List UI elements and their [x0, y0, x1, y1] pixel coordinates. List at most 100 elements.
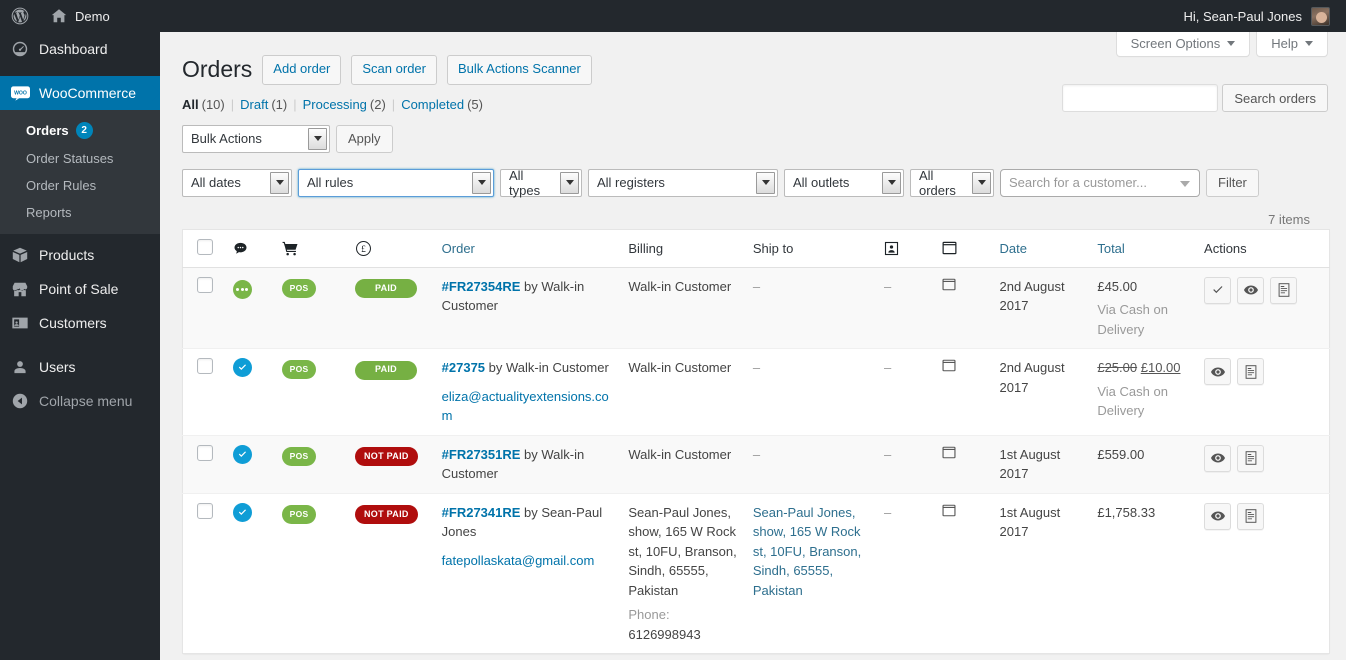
all-registers-select[interactable]: All registers: [588, 168, 778, 197]
action-check-button[interactable]: [1204, 276, 1232, 304]
all-types-select[interactable]: All types: [500, 168, 582, 198]
status-link-label[interactable]: Processing: [303, 97, 367, 112]
search-input[interactable]: [1062, 84, 1219, 112]
row-status-cell: [224, 348, 274, 436]
sidebar-item-reports[interactable]: Reports: [0, 199, 160, 226]
home-icon: [51, 9, 67, 23]
customer-search-select[interactable]: Search for a customer...: [1000, 168, 1200, 197]
column-ship-to: Ship to: [744, 229, 876, 268]
action-eye-button[interactable]: [1204, 444, 1232, 472]
window-icon[interactable]: [942, 278, 956, 294]
table-row: POS NOT PAID #FR27351RE by Walk-in Custome…: [182, 434, 1330, 494]
apply-button[interactable]: Apply: [336, 124, 393, 153]
action-eye-button[interactable]: [1237, 276, 1265, 304]
sidebar-item-point-of-sale[interactable]: Point of Sale: [0, 272, 160, 306]
all-outlets-select[interactable]: All outlets: [784, 168, 904, 197]
order-customer-email[interactable]: fatepollaskata@gmail.com: [442, 551, 613, 571]
status-link-all[interactable]: All (10): [182, 97, 225, 112]
wp-logo-menu-item[interactable]: [0, 0, 40, 32]
filter-button[interactable]: Filter: [1206, 168, 1259, 197]
screen-options-label: Screen Options: [1130, 36, 1221, 51]
status-link-label[interactable]: All: [182, 97, 199, 112]
all-orders-select[interactable]: All orders: [910, 168, 994, 198]
my-account-menu-item[interactable]: Hi, Sean-Paul Jones: [1177, 0, 1336, 32]
pound-currency-icon[interactable]: £: [355, 240, 426, 257]
row-select-cell: [182, 434, 225, 494]
row-total-cell: £25.00 £10.00 Via Cash on Delivery: [1089, 348, 1197, 436]
chevron-down-icon: [756, 171, 775, 194]
site-name-label: Demo: [75, 8, 110, 24]
screen-options-button[interactable]: Screen Options: [1115, 32, 1251, 57]
add-order-button[interactable]: Add order: [262, 55, 342, 85]
bulk-actions-row: Bulk Actions Apply: [182, 124, 1326, 153]
row-checkbox[interactable]: [197, 444, 213, 461]
search-orders-button[interactable]: Search orders: [1222, 84, 1328, 112]
billing-phone-value: 6126998943: [628, 626, 701, 642]
all-dates-select[interactable]: All dates: [182, 168, 292, 197]
row-checkbox[interactable]: [197, 358, 213, 375]
site-name-menu-item[interactable]: Demo: [40, 0, 120, 32]
chevron-down-icon: [1305, 41, 1313, 46]
order-number-link[interactable]: #FR27341RE: [442, 505, 521, 520]
status-link-processing[interactable]: Processing (2): [303, 97, 386, 112]
order-total-original: £25.00: [1097, 360, 1138, 376]
column-pos: [273, 229, 347, 268]
billing-address: Walk-in Customer: [628, 278, 732, 294]
submenu-label: Order Statuses: [26, 151, 114, 166]
sidebar-item-order-statuses[interactable]: Order Statuses: [0, 145, 160, 172]
window-icon[interactable]: [942, 241, 984, 255]
action-eye-button[interactable]: [1204, 502, 1232, 530]
status-link-label[interactable]: Completed: [401, 97, 464, 112]
all-rules-select[interactable]: All rules: [298, 168, 494, 197]
help-button[interactable]: Help: [1256, 32, 1328, 57]
status-completed-icon[interactable]: [232, 358, 252, 378]
ship-to-address-link[interactable]: Sean-Paul Jones, show, 165 W Rock st, 10…: [753, 505, 861, 598]
customer-card-icon[interactable]: [884, 241, 926, 256]
row-billing-cell: Walk-in Customer: [620, 348, 745, 436]
order-number-link[interactable]: #FR27354RE: [442, 279, 521, 294]
action-receipt-button[interactable]: [1237, 502, 1265, 530]
action-receipt-button[interactable]: [1237, 444, 1265, 472]
row-actions-cell: [1196, 492, 1330, 654]
select-all-checkbox[interactable]: [197, 238, 213, 255]
shopping-cart-icon[interactable]: [282, 241, 339, 256]
billing-address: Walk-in Customer: [628, 360, 732, 376]
status-link-completed[interactable]: Completed (5): [401, 97, 483, 112]
sidebar-item-dashboard[interactable]: Dashboard: [0, 32, 160, 66]
comment-bubble-icon[interactable]: [233, 241, 266, 256]
action-eye-button[interactable]: [1204, 358, 1232, 386]
sidebar-item-users[interactable]: Users: [0, 350, 160, 384]
action-receipt-button[interactable]: [1237, 358, 1265, 386]
order-customer-email[interactable]: eliza@actualityextensions.com: [442, 387, 613, 426]
all-registers-value: All registers: [597, 175, 665, 191]
collapse-menu-button[interactable]: Collapse menu: [0, 384, 160, 418]
status-completed-icon[interactable]: [232, 502, 252, 522]
bulk-actions-scanner-button[interactable]: Bulk Actions Scanner: [446, 55, 592, 85]
row-paid-cell: PAID: [346, 348, 434, 436]
scan-order-button[interactable]: Scan order: [351, 55, 437, 85]
bulk-actions-select[interactable]: Bulk Actions: [182, 124, 330, 153]
action-receipt-button[interactable]: [1270, 276, 1298, 304]
admin-sidebar-menu: Dashboard WOO WooCommerce Orders 2 Order…: [0, 32, 160, 660]
sidebar-item-order-rules[interactable]: Order Rules: [0, 172, 160, 199]
main-content-area: Screen Options Help Orders Add order Sca…: [160, 32, 1346, 660]
order-number-link[interactable]: #FR27351RE: [442, 447, 521, 462]
row-checkbox[interactable]: [197, 502, 213, 519]
sidebar-item-orders[interactable]: Orders 2: [0, 116, 160, 145]
status-link-label[interactable]: Draft: [240, 97, 268, 112]
status-link-draft[interactable]: Draft (1): [240, 97, 287, 112]
window-icon[interactable]: [942, 446, 956, 462]
sidebar-item-customers[interactable]: Customers: [0, 306, 160, 340]
orders-table: £ Order Billing Ship to Date Total Actio…: [182, 228, 1330, 655]
status-processing-icon[interactable]: [232, 279, 252, 299]
order-number-link[interactable]: #27375: [442, 360, 485, 375]
column-date-label[interactable]: Date: [1000, 241, 1027, 256]
column-order-label[interactable]: Order: [442, 241, 475, 256]
row-checkbox[interactable]: [197, 276, 213, 293]
window-icon[interactable]: [942, 504, 956, 520]
sidebar-item-woocommerce[interactable]: WOO WooCommerce: [0, 76, 160, 110]
sidebar-item-products[interactable]: Products: [0, 238, 160, 272]
status-completed-icon[interactable]: [232, 444, 252, 464]
window-icon[interactable]: [942, 360, 956, 375]
column-total-label[interactable]: Total: [1097, 241, 1124, 256]
